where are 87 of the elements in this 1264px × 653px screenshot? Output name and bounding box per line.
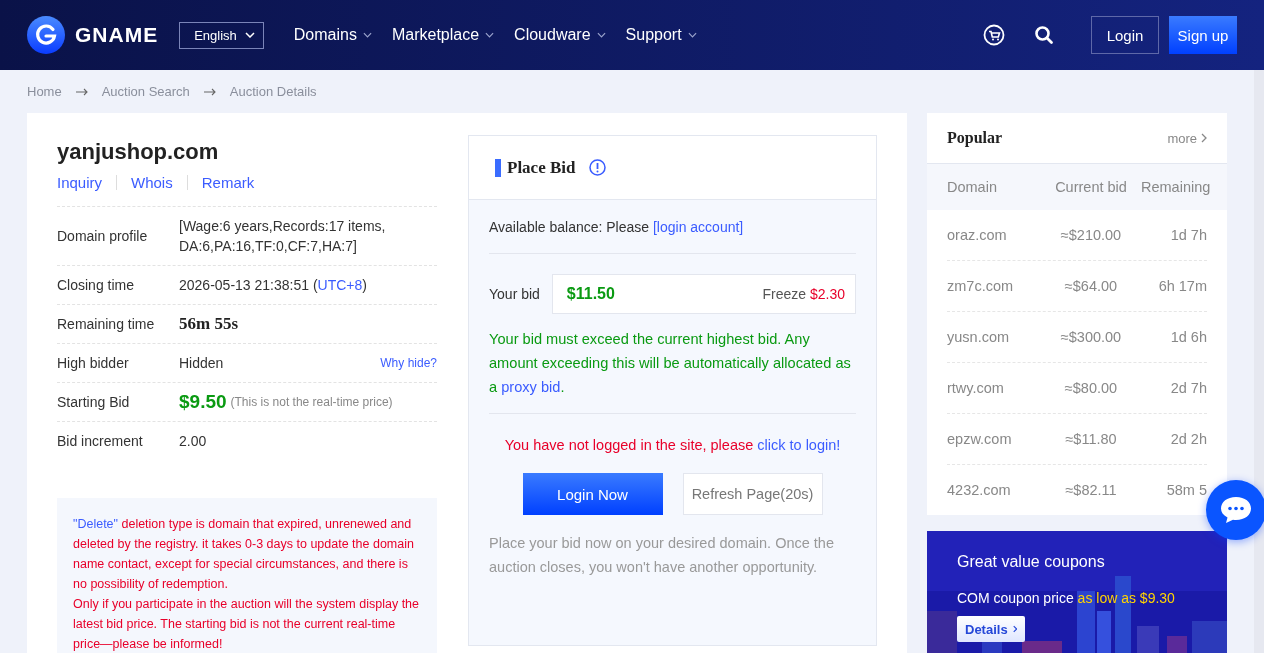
more-link[interactable]: more	[1167, 130, 1207, 146]
domain-link[interactable]: 4232.com	[947, 482, 1041, 498]
details-button[interactable]: Details	[957, 616, 1025, 642]
domain-title: yanjushop.com	[57, 138, 220, 166]
login-account-link[interactable]: [login account]	[652, 219, 744, 235]
domain-link[interactable]: oraz.com	[947, 227, 1041, 243]
table-cell-text: 58m 5	[1165, 482, 1207, 498]
table-cell-text: ≈$64.00	[1063, 278, 1119, 294]
detail-label: Closing time	[57, 277, 136, 293]
domain-action-link[interactable]: Whois	[116, 175, 187, 190]
notice-text: Only if you participate in the auction will the system display the latest bid price. The starting bid is not the current real-time price—please be informed!	[73, 596, 420, 653]
chevron-down-icon	[596, 32, 606, 38]
proxy-bid-link[interactable]: proxy bid	[501, 379, 561, 395]
table-cell-text: ≈$80.00	[1063, 380, 1119, 396]
brand-name: GNAME	[75, 23, 159, 47]
timezone-link[interactable]: UTC+8	[317, 277, 363, 293]
chevron-down-icon	[687, 32, 697, 38]
detail-value: 2.00	[179, 432, 207, 451]
info-icon[interactable]	[589, 159, 607, 176]
breadcrumb-link[interactable]: Home	[27, 84, 62, 99]
chevron-down-icon	[362, 32, 372, 38]
price-value: $9.50	[179, 392, 227, 412]
table-cell-text: ≈$11.80	[1064, 431, 1118, 447]
column-header: Domain	[947, 179, 998, 195]
domain-link[interactable]: zm7c.com	[947, 278, 1041, 294]
detail-label: Remaining time	[57, 316, 156, 332]
arrow-right-icon	[75, 87, 88, 96]
countdown-value: 56m 55s	[179, 314, 239, 334]
why-hide-link[interactable]: Why hide?	[380, 353, 437, 373]
detail-value: 2026-05-13 21:38:51 (UTC+8)	[179, 276, 367, 295]
domain-link[interactable]: epzw.com	[947, 431, 1041, 447]
chat-bubble-icon	[1218, 494, 1254, 526]
table-cell-text: 2d 7h	[1169, 380, 1207, 396]
detail-label: Starting Bid	[57, 394, 131, 410]
table-cell-text: 1d 7h	[1169, 227, 1207, 243]
signup-button[interactable]: Sign up	[1169, 16, 1237, 54]
login-warning: You have not logged in the site, please click to login!	[503, 437, 842, 453]
popular-title: Popular	[947, 129, 1003, 147]
detail-label: High bidder	[57, 355, 130, 371]
nav-menu[interactable]: Domains	[293, 26, 372, 44]
bid-title: Place Bid	[507, 157, 576, 178]
breadcrumb-link[interactable]: Auction Details	[229, 84, 317, 99]
arrow-right-icon	[203, 87, 216, 96]
cart-icon[interactable]	[983, 24, 1005, 46]
price-note: (This is not the real-time price)	[230, 394, 393, 411]
breadcrumb-link[interactable]: Auction Search	[101, 84, 190, 99]
chevron-right-icon	[1201, 133, 1207, 143]
balance-text: Available balance: Please [login account]	[489, 200, 856, 254]
domain-action-link[interactable]: Inquiry	[57, 175, 117, 190]
table-cell-text: 2d 2h	[1169, 431, 1207, 447]
login-button[interactable]: Login	[1091, 16, 1159, 54]
table-cell-text: ≈$210.00	[1059, 227, 1123, 243]
nav-menu[interactable]: Support	[625, 26, 697, 44]
table-cell-text: 6h 17m	[1157, 278, 1207, 294]
domain-link[interactable]: rtwy.com	[947, 380, 1041, 396]
login-now-button[interactable]: Login Now	[522, 473, 663, 515]
bid-input[interactable]: $11.50 Freeze $2.30	[551, 274, 856, 314]
detail-label: Domain profile	[57, 228, 149, 244]
bid-label: Your bid	[489, 286, 540, 302]
table-cell-text: 1d 6h	[1169, 329, 1207, 345]
chevron-down-icon	[244, 32, 255, 38]
column-header: Current bid	[1054, 179, 1128, 195]
table-cell-text: ≈$82.11	[1064, 482, 1118, 498]
nav-menu[interactable]: Cloudware	[514, 26, 606, 44]
refresh-button[interactable]: Refresh Page(20s)	[682, 473, 823, 515]
nav-menu[interactable]: Marketplace	[391, 26, 495, 44]
domain-link[interactable]: yusn.com	[947, 329, 1041, 345]
language-select[interactable]: English	[179, 21, 264, 49]
title-accent-bar	[495, 158, 501, 177]
detail-value: [Wage:6 years,Records:17 items, DA:6,PA:16,TF:0,CF:7,HA:7]	[179, 217, 387, 256]
bid-hint: Your bid must exceed the current highest bid. Any amount exceeding this will be automatically allocated as a proxy bid.	[489, 327, 856, 414]
domain-action-link[interactable]: Remark	[186, 175, 269, 190]
detail-label: Bid increment	[57, 433, 144, 449]
chevron-right-icon	[1012, 624, 1017, 634]
deletion-type-link[interactable]: "Delete"	[73, 517, 118, 531]
detail-value: Hidden	[179, 354, 224, 373]
notice-text: "Delete" deletion type is domain that expired, unrenewed and deleted by the registry. it takes 0-3 days to update the domain name contact, except for special circumstances, and there is no possibility of redemption.	[73, 516, 415, 593]
chevron-down-icon	[485, 32, 495, 38]
coupon-text: COM coupon price as low as $9.30	[957, 590, 1176, 606]
logo-icon[interactable]	[27, 16, 65, 54]
coupon-title: Great value coupons	[957, 553, 1106, 571]
bid-note: Place your bid now on your desired domain. Once the auction closes, you won't have another opportunity.	[489, 534, 835, 577]
table-cell-text: ≈$300.00	[1059, 329, 1123, 345]
click-to-login-link[interactable]: click to login!	[757, 437, 841, 453]
column-header: Remaining	[1141, 179, 1211, 195]
search-icon[interactable]	[1033, 24, 1055, 46]
scrollbar[interactable]	[1254, 70, 1264, 653]
